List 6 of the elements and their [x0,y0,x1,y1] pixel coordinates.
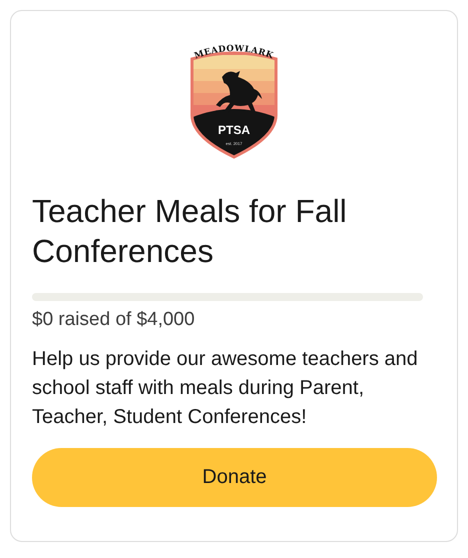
fundraiser-title: Teacher Meals for Fall Conferences [32,192,348,271]
horse-icon [216,71,262,113]
donate-button[interactable]: Donate [32,448,437,507]
amount-raised: $0 raised of $4,000 [32,309,196,331]
logo-text: PTSA [218,123,250,137]
description: Help us provide our awesome teachers and school staff with meals during Parent, Teacher, Student Conferences! [32,347,419,430]
